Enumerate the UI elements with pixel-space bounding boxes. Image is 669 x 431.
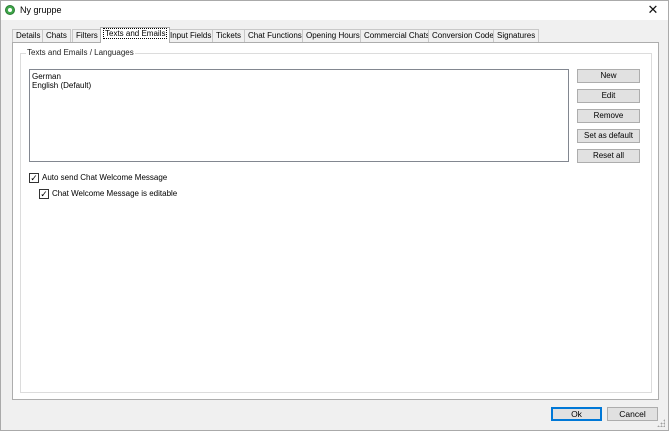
reset-all-button[interactable]: Reset all xyxy=(577,149,640,163)
tab-details[interactable]: Details xyxy=(12,29,45,42)
new-button[interactable]: New xyxy=(577,69,640,83)
auto-send-welcome-label[interactable]: Auto send Chat Welcome Message xyxy=(42,173,167,183)
app-logo-icon xyxy=(5,5,15,15)
tab-signatures[interactable]: Signatures xyxy=(493,29,540,42)
tab-panel-texts-and-emails: Texts and Emails / Languages German Engl… xyxy=(12,42,659,400)
tab-tickets[interactable]: Tickets xyxy=(212,29,246,42)
close-icon[interactable]: ✕ xyxy=(642,2,664,18)
languages-list[interactable]: German English (Default) xyxy=(29,69,569,162)
edit-button[interactable]: Edit xyxy=(577,89,640,103)
languages-groupbox: Texts and Emails / Languages German Engl… xyxy=(20,48,652,393)
title-bar: Ny gruppe ✕ xyxy=(1,1,668,20)
list-item[interactable]: German xyxy=(32,72,566,81)
welcome-editable-label[interactable]: Chat Welcome Message is editable xyxy=(52,189,177,199)
tab-commercial-chats[interactable]: Commercial Chats xyxy=(360,29,434,42)
tab-input-fields[interactable]: Input Fields xyxy=(166,29,216,42)
welcome-editable-checkbox[interactable]: ✓ xyxy=(39,189,49,199)
tab-texts-and-emails[interactable]: Texts and Emails xyxy=(100,27,171,43)
window-title: Ny gruppe xyxy=(20,5,62,15)
set-as-default-button[interactable]: Set as default xyxy=(577,129,640,143)
tab-chats[interactable]: Chats xyxy=(42,29,71,42)
tab-opening-hours[interactable]: Opening Hours xyxy=(302,29,364,42)
list-item[interactable]: English (Default) xyxy=(32,81,566,90)
tab-conversion-code[interactable]: Conversion Code xyxy=(428,29,498,42)
ok-button[interactable]: Ok xyxy=(551,407,602,421)
group-label: Texts and Emails / Languages xyxy=(26,48,135,57)
resize-grip-icon[interactable] xyxy=(657,419,665,427)
tab-chat-functions[interactable]: Chat Functions xyxy=(244,29,306,42)
remove-button[interactable]: Remove xyxy=(577,109,640,123)
tab-filters[interactable]: Filters xyxy=(72,29,102,42)
dialog-window: Ny gruppe ✕ Details Chats Filters Texts … xyxy=(0,0,669,431)
cancel-button[interactable]: Cancel xyxy=(607,407,658,421)
auto-send-welcome-checkbox[interactable]: ✓ xyxy=(29,173,39,183)
